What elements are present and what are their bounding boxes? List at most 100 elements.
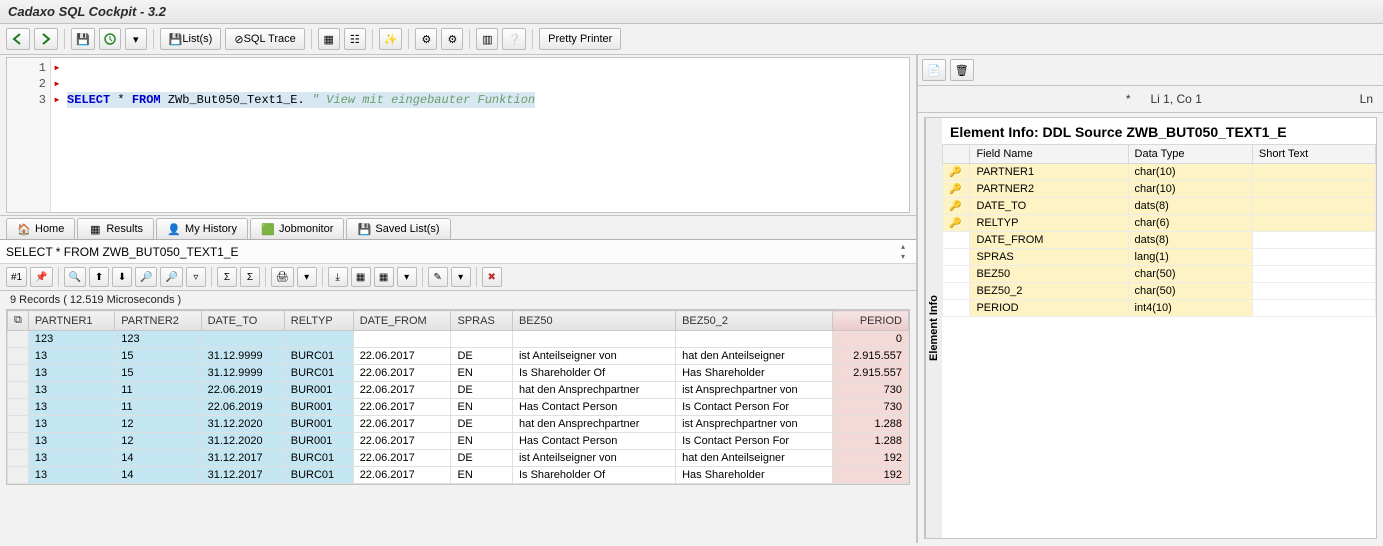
table-row[interactable]: 131231.12.2020BUR00122.06.2017ENHas Cont… — [8, 433, 909, 450]
query-down[interactable]: ▾ — [896, 252, 910, 261]
result-grid[interactable]: ⧉PARTNER1PARTNER2DATE_TORELTYPDATE_FROMS… — [6, 309, 910, 485]
gridbtn-more-dd[interactable]: ▾ — [451, 267, 471, 287]
gridbtn-find[interactable]: 🔎 — [135, 267, 157, 287]
gridbtn-print[interactable]: 🖨 — [271, 267, 294, 287]
pretty-printer-button[interactable]: Pretty Printer — [539, 28, 621, 50]
gridbtn-layout-dd[interactable]: ▾ — [397, 267, 417, 287]
lists-button[interactable]: 💾 List(s) — [160, 28, 222, 50]
gridbtn-details[interactable]: 🔍 — [64, 267, 86, 287]
cursor-position: * Li 1, Co 1 Ln — [918, 86, 1383, 113]
gridbtn-layout1[interactable]: ▦ — [351, 267, 371, 287]
toolbar-icon-3[interactable]: ✨ — [379, 28, 403, 50]
toolbar-icon-2[interactable]: ☷ — [344, 28, 366, 50]
gridbtn-sort-desc[interactable]: ⬇ — [112, 267, 132, 287]
editor-marks: ▸▸▸ — [51, 58, 63, 212]
saved-icon: 💾 — [357, 222, 371, 236]
editor-code[interactable]: SELECT * FROM ZWb_But050_Text1_E. " View… — [63, 58, 539, 212]
result-status: 9 Records ( 12.519 Microseconds ) — [0, 291, 916, 309]
element-info-tab[interactable]: Element Info — [925, 118, 942, 538]
job-icon: 🟩 — [261, 222, 275, 236]
gridbtn-edit[interactable]: ✎ — [428, 267, 448, 287]
right-tool-1[interactable]: 📄 — [922, 59, 946, 81]
layout-icon: ▥ — [482, 33, 492, 46]
gridbtn-export[interactable]: ⤓ — [328, 267, 348, 287]
field-row[interactable]: 🔑RELTYPchar(6) — [943, 215, 1376, 232]
pencil-icon: ✎ — [433, 272, 441, 283]
key-icon: 🔑 — [949, 218, 961, 229]
tab-savedlists[interactable]: 💾Saved List(s) — [346, 218, 450, 239]
trash-icon: 🗑 — [955, 64, 969, 77]
col-partner2[interactable]: PARTNER2 — [115, 311, 201, 331]
key-icon: 🔑 — [949, 167, 961, 178]
execute-button[interactable] — [99, 28, 121, 50]
table-row[interactable]: 131122.06.2019BUR00122.06.2017DEhat den … — [8, 382, 909, 399]
field-row[interactable]: BEZ50char(50) — [943, 266, 1376, 283]
sort-asc-icon: ⬆ — [95, 272, 103, 283]
grid-toolbar: #1 📌 🔍 ⬆ ⬇ 🔎 🔎 ▿ Σ Σ 🖨 ▾ ⤓ ▦ ▦ ▾ — [0, 264, 916, 291]
field-row[interactable]: SPRASlang(1) — [943, 249, 1376, 266]
gridbtn-close[interactable]: ✖ — [482, 267, 502, 287]
element-info-table: Field Name Data Type Short Text 🔑PARTNER… — [942, 144, 1376, 317]
row-select-all[interactable]: ⧉ — [8, 311, 29, 331]
field-row[interactable]: PERIODint4(10) — [943, 300, 1376, 317]
help-button[interactable]: ❔ — [502, 28, 526, 50]
sqltrace-button[interactable]: ⊘ SQL Trace — [225, 28, 304, 50]
tab-myhistory[interactable]: 👤My History — [156, 218, 248, 239]
gridbtn-sort-asc[interactable]: ⬆ — [89, 267, 109, 287]
field-row[interactable]: 🔑PARTNER2char(10) — [943, 181, 1376, 198]
execute-dropdown[interactable]: ▾ — [125, 28, 147, 50]
toolbar-icon-6[interactable]: ▥ — [476, 28, 498, 50]
col-reltyp[interactable]: RELTYP — [284, 311, 353, 331]
gridbtn-subtotal[interactable]: Σ — [240, 267, 260, 287]
col-date_from[interactable]: DATE_FROM — [353, 311, 451, 331]
table-row[interactable]: 131531.12.9999BURC0122.06.2017ENIs Share… — [8, 365, 909, 382]
gridbtn-findnext[interactable]: 🔎 — [160, 267, 182, 287]
right-delete[interactable]: 🗑 — [950, 59, 974, 81]
col-spras[interactable]: SPRAS — [451, 311, 512, 331]
list-icon: ☷ — [350, 33, 360, 46]
grid-icon: ▦ — [324, 33, 334, 46]
home-icon: 🏠 — [17, 222, 31, 236]
element-info-title: Element Info: DDL Source ZWB_BUT050_TEXT… — [942, 118, 1376, 144]
col-bez50[interactable]: BEZ50 — [512, 311, 675, 331]
tab-jobmonitor[interactable]: 🟩Jobmonitor — [250, 218, 344, 239]
find-icon: 🔎 — [140, 272, 152, 283]
table-row[interactable]: 131431.12.2017BURC0122.06.2017ENIs Share… — [8, 467, 909, 484]
field-row[interactable]: 🔑DATE_TOdats(8) — [943, 198, 1376, 215]
sql-editor[interactable]: 1 2 3 ▸▸▸ SELECT * FROM ZWb_But050_Text1… — [6, 57, 910, 213]
col-date_to[interactable]: DATE_TO — [201, 311, 284, 331]
field-row[interactable]: BEZ50_2char(50) — [943, 283, 1376, 300]
wand-icon: ✨ — [384, 33, 398, 46]
table-row[interactable]: 131531.12.9999BURC0122.06.2017DEist Ante… — [8, 348, 909, 365]
key-icon: 🔑 — [949, 201, 961, 212]
tab-home[interactable]: 🏠Home — [6, 218, 75, 239]
gridbtn-sum[interactable]: Σ — [217, 267, 237, 287]
table-row[interactable]: 131122.06.2019BUR00122.06.2017ENHas Cont… — [8, 399, 909, 416]
gridbtn-1[interactable]: #1 — [6, 267, 27, 287]
query-up[interactable]: ▴ — [896, 242, 910, 251]
gridbtn-layout2[interactable]: ▦ — [374, 267, 394, 287]
col-bez50_2[interactable]: BEZ50_2 — [676, 311, 833, 331]
table-row[interactable]: 1231230 — [8, 331, 909, 348]
sort-desc-icon: ⬇ — [118, 272, 126, 283]
field-row[interactable]: DATE_FROMdats(8) — [943, 232, 1376, 249]
gridbtn-export-dd[interactable]: ▾ — [297, 267, 317, 287]
toolbar-icon-4[interactable]: ⚙ — [415, 28, 437, 50]
save-button[interactable]: 💾 — [71, 28, 95, 50]
right-toolbar: 📄 🗑 — [918, 55, 1383, 86]
toolbar-icon-1[interactable]: ▦ — [318, 28, 340, 50]
gridbtn-pin[interactable]: 📌 — [30, 267, 52, 287]
help-icon: ❔ — [507, 33, 521, 46]
forward-button[interactable] — [34, 28, 58, 50]
toolbar-icon-5[interactable]: ⚙ — [441, 28, 463, 50]
col-period[interactable]: PERIOD — [833, 311, 909, 331]
col-partner1[interactable]: PARTNER1 — [28, 311, 114, 331]
back-button[interactable] — [6, 28, 30, 50]
sum-icon: Σ — [224, 272, 230, 283]
table-row[interactable]: 131431.12.2017BURC0122.06.2017DEist Ante… — [8, 450, 909, 467]
table-row[interactable]: 131231.12.2020BUR00122.06.2017DEhat den … — [8, 416, 909, 433]
gridbtn-filter[interactable]: ▿ — [186, 267, 206, 287]
window-title: Cadaxo SQL Cockpit - 3.2 — [0, 0, 1383, 24]
field-row[interactable]: 🔑PARTNER1char(10) — [943, 164, 1376, 181]
tab-results[interactable]: ▦Results — [77, 218, 154, 239]
